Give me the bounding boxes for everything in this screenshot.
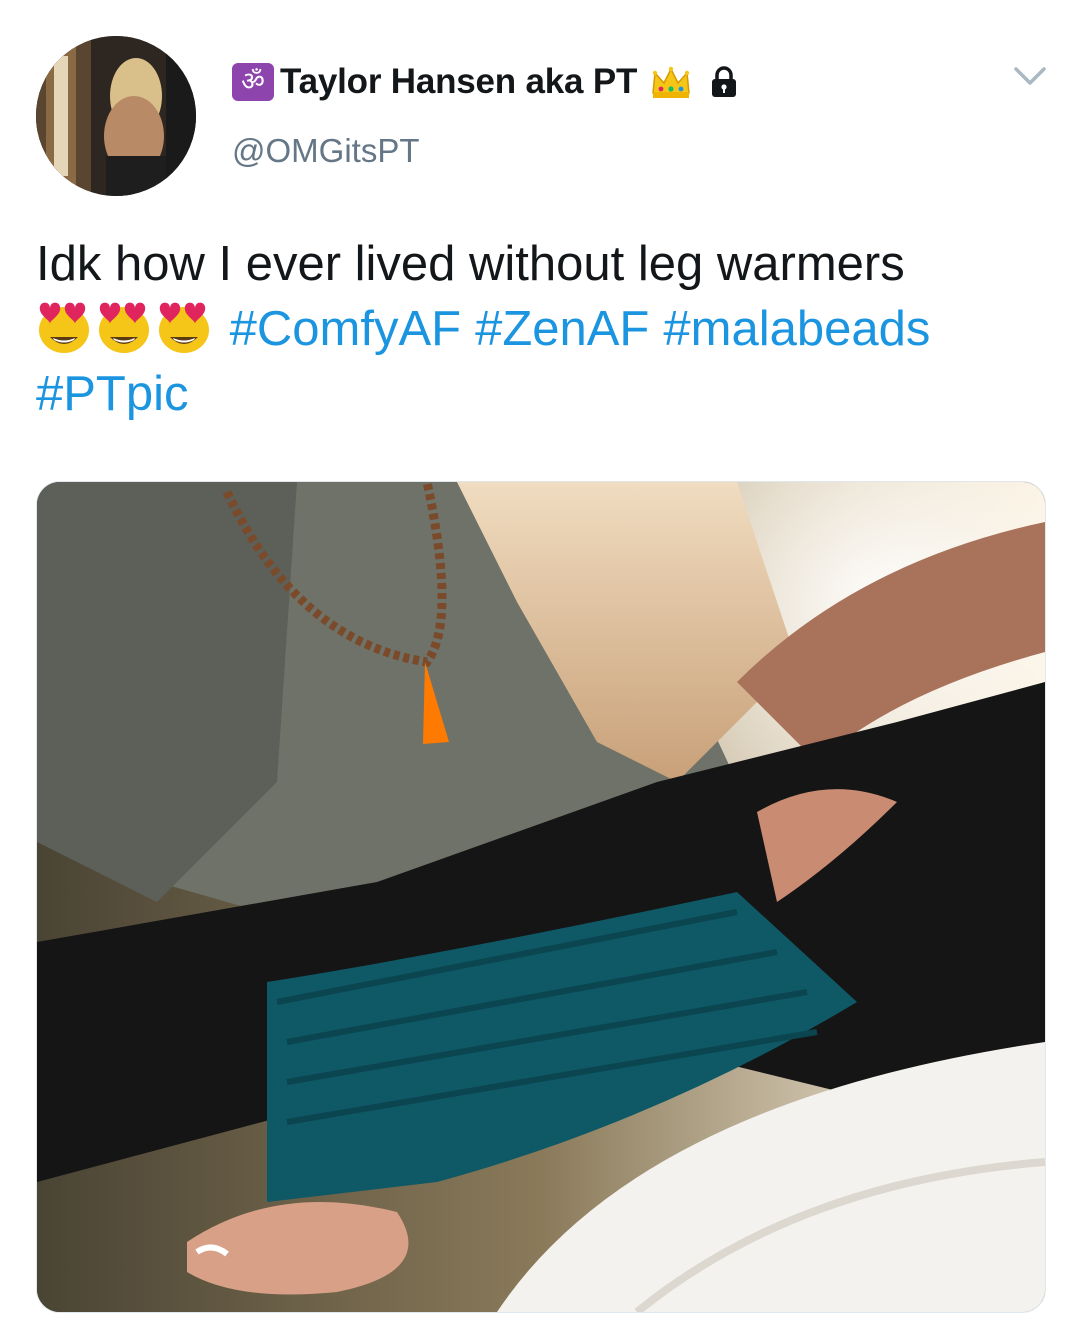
heart-eyes-emoji-icon xyxy=(99,302,149,353)
tweet-photo[interactable] xyxy=(36,481,1046,1313)
om-icon: ॐ xyxy=(232,63,274,101)
heart-eyes-emoji-icon xyxy=(39,302,89,353)
author-name-row[interactable]: ॐ Taylor Hansen aka PT xyxy=(232,60,739,104)
hashtag-link[interactable]: #PTpic xyxy=(36,367,189,421)
photo-image xyxy=(37,482,1045,1312)
tweet-text-line: Idk how I ever lived without leg warmers xyxy=(36,237,905,291)
tweet-text-line: #ComfyAF #ZenAF #malabeads xyxy=(36,297,1046,362)
display-name[interactable]: Taylor Hansen aka PT xyxy=(280,62,637,102)
chevron-down-icon[interactable] xyxy=(1010,58,1050,94)
tweet-card[interactable]: ॐ Taylor Hansen aka PT @OMGitsPT Idk how… xyxy=(0,0,1080,1333)
lock-icon xyxy=(712,66,737,97)
heart-eyes-emoji-icon xyxy=(159,302,209,353)
hashtag-link[interactable]: #ZenAF xyxy=(475,302,649,356)
tweet-text-line: #PTpic xyxy=(36,362,1046,427)
crown-icon xyxy=(652,66,691,98)
avatar[interactable] xyxy=(36,36,196,196)
hashtag-link[interactable]: #ComfyAF xyxy=(230,302,461,356)
tweet-text: Idk how I ever lived without leg warmers xyxy=(36,232,1046,427)
author-handle[interactable]: @OMGitsPT xyxy=(232,132,420,170)
hashtag-link[interactable]: #malabeads xyxy=(663,302,930,356)
